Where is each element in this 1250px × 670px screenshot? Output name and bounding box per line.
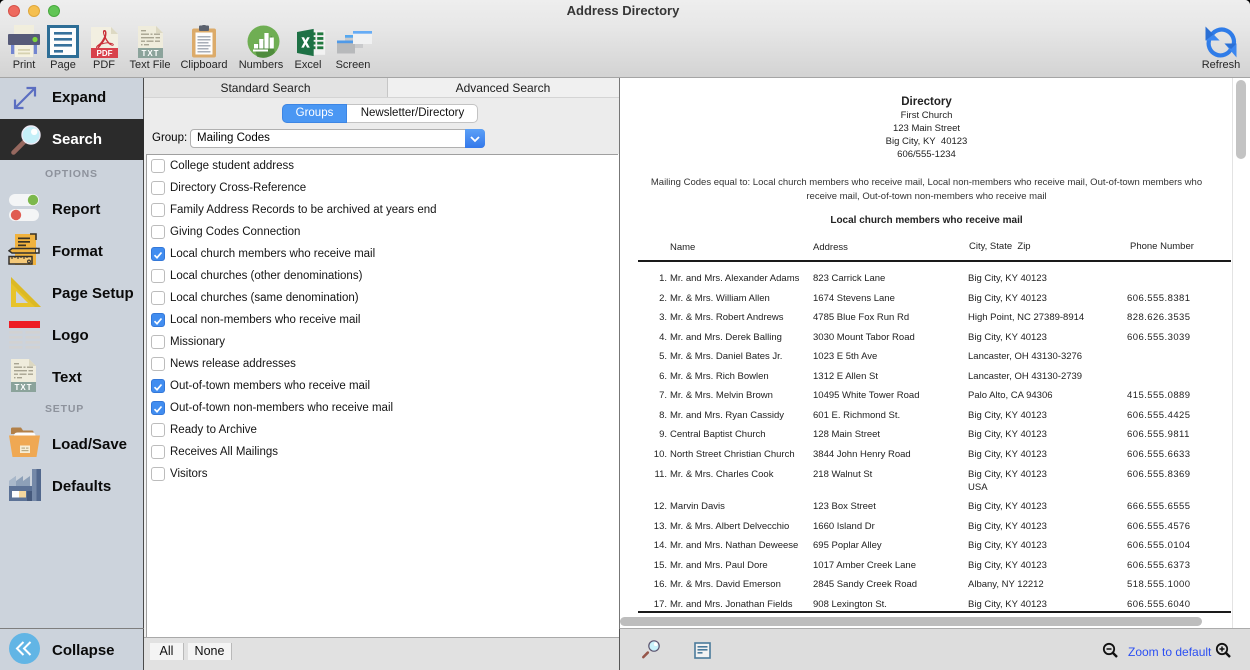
svg-text:PDF: PDF [96, 49, 112, 58]
svg-text:TXT: TXT [141, 49, 159, 58]
svg-text:TXT: TXT [14, 383, 32, 392]
